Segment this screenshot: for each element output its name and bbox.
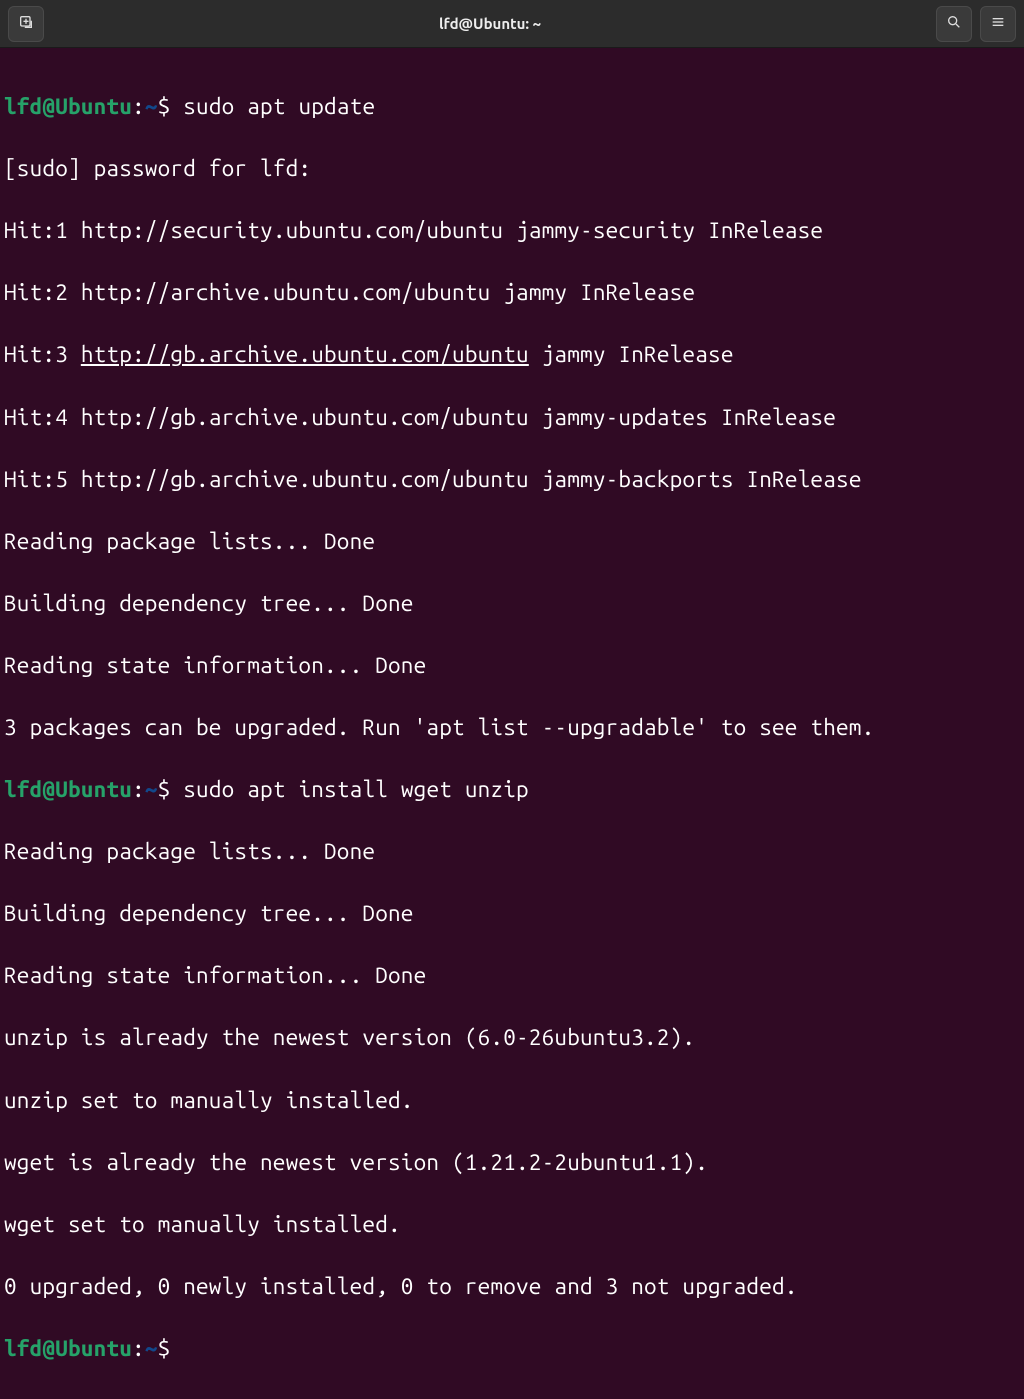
- output-hit-2: Hit:2 http://archive.ubuntu.com/ubuntu j…: [4, 277, 1020, 308]
- prompt-user-host: lfd@Ubuntu: [4, 94, 132, 119]
- output-wget-newest: wget is already the newest version (1.21…: [4, 1147, 1020, 1178]
- output-hit-5: Hit:5 http://gb.archive.ubuntu.com/ubunt…: [4, 464, 1020, 495]
- output-upgradable: 3 packages can be upgraded. Run 'apt lis…: [4, 712, 1020, 743]
- repo-url: http://gb.archive.ubuntu.com/ubuntu: [81, 405, 529, 430]
- prompt-line-3: lfd@Ubuntu:~$: [4, 1333, 1020, 1364]
- prompt-colon: :: [132, 1336, 145, 1361]
- terminal-output[interactable]: lfd@Ubuntu:~$ sudo apt update [sudo] pas…: [0, 48, 1024, 1399]
- prompt-colon: :: [132, 94, 145, 119]
- output-sudo-password: [sudo] password for lfd:: [4, 153, 1020, 184]
- output-reading-pkg-2: Reading package lists... Done: [4, 836, 1020, 867]
- search-icon: [946, 14, 962, 34]
- prompt-dollar: $: [158, 1336, 184, 1361]
- command-1: sudo apt update: [183, 94, 375, 119]
- output-wget-manual: wget set to manually installed.: [4, 1209, 1020, 1240]
- prompt-path: ~: [145, 777, 158, 802]
- search-button[interactable]: [936, 6, 972, 42]
- window-title: lfd@Ubuntu: ~: [52, 15, 928, 32]
- repo-url: http://gb.archive.ubuntu.com/ubuntu: [81, 342, 529, 367]
- prompt-colon: :: [132, 777, 145, 802]
- new-tab-icon: [18, 14, 34, 34]
- prompt-path: ~: [145, 94, 158, 119]
- output-unzip-newest: unzip is already the newest version (6.0…: [4, 1022, 1020, 1053]
- repo-url: http://gb.archive.ubuntu.com/ubuntu: [81, 467, 529, 492]
- command-2: sudo apt install wget unzip: [183, 777, 529, 802]
- window-titlebar: lfd@Ubuntu: ~: [0, 0, 1024, 48]
- output-reading-pkg: Reading package lists... Done: [4, 526, 1020, 557]
- new-tab-button[interactable]: [8, 6, 44, 42]
- output-hit-3: Hit:3 http://gb.archive.ubuntu.com/ubunt…: [4, 339, 1020, 370]
- prompt-line-1: lfd@Ubuntu:~$ sudo apt update: [4, 91, 1020, 122]
- prompt-dollar: $: [158, 94, 184, 119]
- prompt-dollar: $: [158, 777, 184, 802]
- output-unzip-manual: unzip set to manually installed.: [4, 1085, 1020, 1116]
- output-building-dep-2: Building dependency tree... Done: [4, 898, 1020, 929]
- output-reading-state: Reading state information... Done: [4, 650, 1020, 681]
- menu-button[interactable]: [980, 6, 1016, 42]
- output-building-dep: Building dependency tree... Done: [4, 588, 1020, 619]
- hamburger-icon: [990, 14, 1006, 34]
- repo-url: http://security.ubuntu.com/ubuntu: [81, 218, 503, 243]
- prompt-line-2: lfd@Ubuntu:~$ sudo apt install wget unzi…: [4, 774, 1020, 805]
- output-summary: 0 upgraded, 0 newly installed, 0 to remo…: [4, 1271, 1020, 1302]
- repo-url: http://archive.ubuntu.com/ubuntu: [81, 280, 491, 305]
- prompt-user-host: lfd@Ubuntu: [4, 1336, 132, 1361]
- output-hit-1: Hit:1 http://security.ubuntu.com/ubuntu …: [4, 215, 1020, 246]
- output-hit-4: Hit:4 http://gb.archive.ubuntu.com/ubunt…: [4, 402, 1020, 433]
- prompt-path: ~: [145, 1336, 158, 1361]
- output-reading-state-2: Reading state information... Done: [4, 960, 1020, 991]
- prompt-user-host: lfd@Ubuntu: [4, 777, 132, 802]
